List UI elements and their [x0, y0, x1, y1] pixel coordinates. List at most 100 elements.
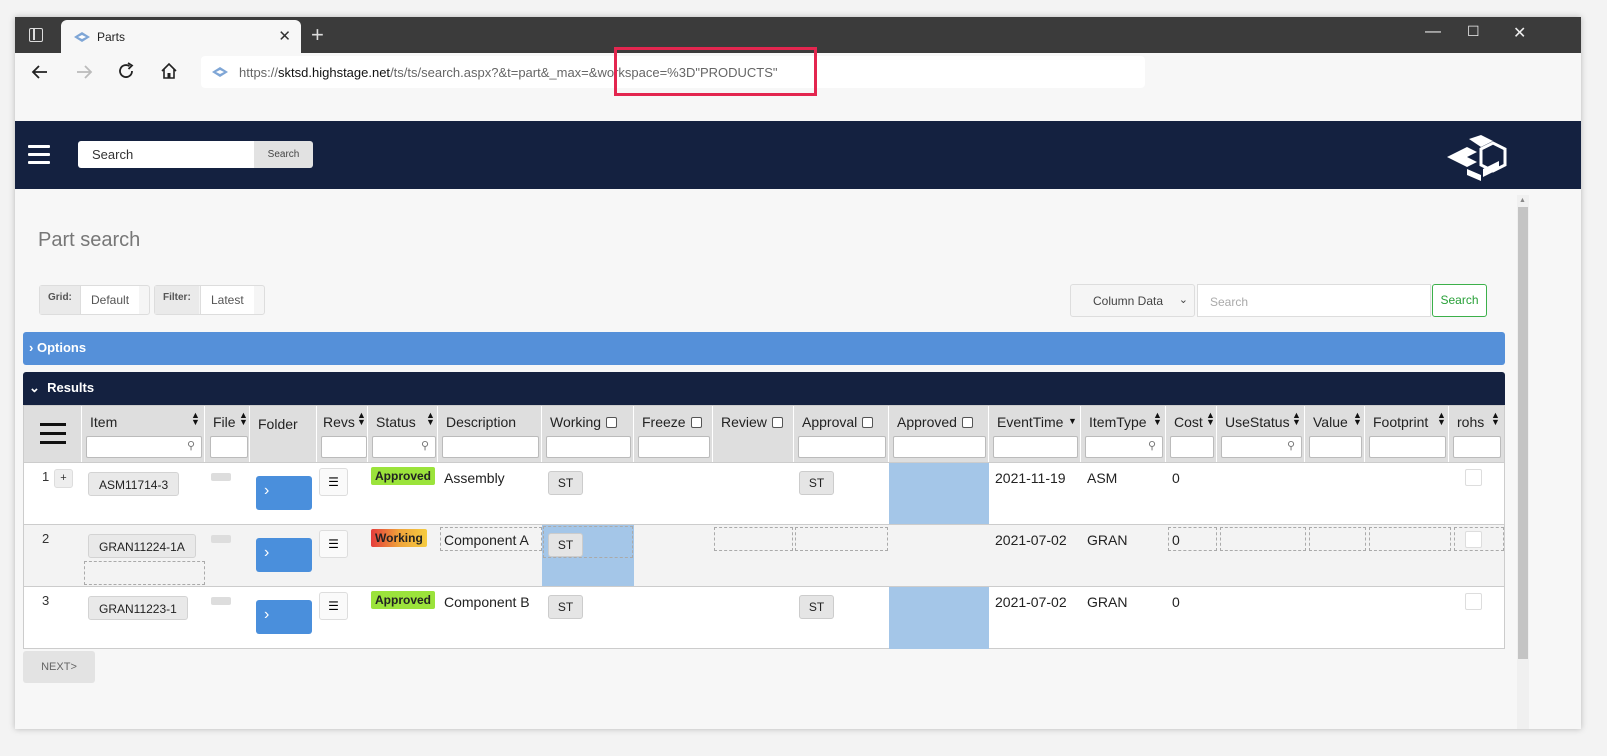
header-usestatus[interactable]: UseStatus ▲ ▼ ⚲: [1217, 406, 1305, 462]
filter-input-usestatus[interactable]: ⚲: [1221, 436, 1302, 458]
sort-icon[interactable]: ▲ ▼: [357, 411, 366, 427]
new-tab-button[interactable]: +: [311, 22, 324, 48]
header-eventtime[interactable]: EventTime ▼: [989, 406, 1081, 462]
filter-input-status[interactable]: ⚲: [372, 436, 436, 458]
maximize-button[interactable]: ☐: [1467, 23, 1480, 40]
home-icon[interactable]: [160, 62, 178, 80]
filter-input-approval[interactable]: [798, 436, 886, 458]
value-edit-field[interactable]: [1309, 527, 1366, 551]
back-icon[interactable]: [31, 63, 49, 81]
sort-icon[interactable]: ▲ ▼: [1292, 411, 1301, 427]
header-folder[interactable]: Folder: [250, 406, 317, 462]
file-button[interactable]: [211, 473, 231, 481]
header-description[interactable]: Description: [438, 406, 542, 462]
approval-checkbox[interactable]: [862, 417, 874, 428]
sort-icon[interactable]: ▲ ▼: [1491, 411, 1500, 427]
menu-icon[interactable]: [28, 145, 50, 165]
working-st-button[interactable]: ST: [548, 595, 583, 619]
rohs-checkbox[interactable]: [1465, 531, 1482, 548]
item-button[interactable]: ASM11714-3: [88, 472, 180, 496]
filter-input-freeze[interactable]: [638, 436, 710, 458]
sort-icon[interactable]: ▲ ▼: [1153, 411, 1162, 427]
folder-button[interactable]: ›: [256, 538, 312, 572]
scrollbar-thumb[interactable]: [1518, 207, 1528, 659]
folder-button[interactable]: ›: [256, 476, 312, 510]
header-item[interactable]: Item ▲ ▼ ⚲: [82, 406, 205, 462]
approval-edit-field[interactable]: [795, 527, 888, 551]
file-button[interactable]: [211, 535, 231, 543]
results-search-button[interactable]: Search: [1432, 284, 1487, 317]
grid-value[interactable]: Default: [80, 286, 140, 314]
forward-icon[interactable]: [75, 63, 93, 81]
table-row[interactable]: 1 + ASM11714-3 › ☰ Approved Assembly ST …: [24, 462, 1504, 524]
header-file[interactable]: File ▲ ▼: [205, 406, 250, 462]
column-menu-icon[interactable]: [40, 423, 66, 445]
footprint-edit-field[interactable]: [1369, 527, 1451, 551]
approval-st-button[interactable]: ST: [799, 595, 834, 619]
item-button[interactable]: GRAN11224-1A: [88, 534, 196, 558]
header-value[interactable]: Value ▲ ▼: [1305, 406, 1365, 462]
expand-row-button[interactable]: +: [54, 469, 73, 488]
item-button[interactable]: GRAN11223-1: [88, 596, 188, 620]
filter-input-description[interactable]: [442, 436, 539, 458]
working-checkbox[interactable]: [606, 417, 618, 428]
filter-input-approved[interactable]: [893, 436, 986, 458]
filter-input-itemtype[interactable]: ⚲: [1085, 436, 1163, 458]
filter-input-working[interactable]: [546, 436, 631, 458]
filter-input-item[interactable]: ⚲: [86, 436, 202, 458]
header-working[interactable]: Working: [542, 406, 634, 462]
freeze-checkbox[interactable]: [690, 417, 702, 428]
minimize-button[interactable]: —: [1425, 23, 1441, 41]
close-tab-icon[interactable]: ✕: [278, 27, 291, 45]
usestatus-edit-field[interactable]: [1220, 527, 1306, 551]
filter-value[interactable]: Latest: [200, 286, 254, 314]
filter-input-eventtime[interactable]: [993, 436, 1078, 458]
sort-icon[interactable]: ▲ ▼: [1206, 411, 1215, 427]
approval-st-button[interactable]: ST: [799, 471, 834, 495]
header-approved[interactable]: Approved: [889, 406, 989, 462]
folder-button[interactable]: ›: [256, 600, 312, 634]
approved-checkbox[interactable]: [961, 417, 973, 428]
sort-icon[interactable]: ▲ ▼: [426, 411, 435, 427]
header-search-button[interactable]: Search: [254, 141, 313, 168]
revisions-button[interactable]: ☰: [319, 468, 348, 496]
sort-icon[interactable]: ▲ ▼: [191, 411, 200, 427]
header-footprint[interactable]: Footprint ▲ ▼: [1365, 406, 1449, 462]
review-edit-field[interactable]: [714, 527, 793, 551]
header-search-input[interactable]: Search: [78, 141, 254, 168]
rohs-checkbox[interactable]: [1465, 593, 1482, 610]
revisions-button[interactable]: ☰: [319, 530, 348, 558]
refresh-icon[interactable]: [117, 62, 135, 80]
review-checkbox[interactable]: [771, 417, 783, 428]
filter-input-value[interactable]: [1309, 436, 1362, 458]
header-freeze[interactable]: Freeze: [634, 406, 713, 462]
file-button[interactable]: [211, 597, 231, 605]
column-data-select[interactable]: Column Data ⌄: [1070, 284, 1195, 317]
filter-input-footprint[interactable]: [1369, 436, 1446, 458]
filter-input-revs[interactable]: [321, 436, 367, 458]
options-panel-header[interactable]: › Options: [23, 332, 1505, 365]
table-row[interactable]: 3 GRAN11223-1 › ☰ Approved Component B S…: [24, 586, 1504, 649]
rohs-checkbox[interactable]: [1465, 469, 1482, 486]
filter-selector[interactable]: Filter: Latest: [154, 285, 265, 315]
scroll-up-icon[interactable]: ▲: [1519, 197, 1526, 204]
header-approval[interactable]: Approval: [794, 406, 889, 462]
sort-icon[interactable]: ▲ ▼: [239, 411, 248, 427]
header-revs[interactable]: Revs ▲ ▼: [317, 406, 368, 462]
header-itemtype[interactable]: ItemType ▲ ▼ ⚲: [1081, 406, 1166, 462]
table-row[interactable]: 2 GRAN11224-1A › ☰ Working Component A S…: [24, 524, 1504, 586]
working-st-button[interactable]: ST: [548, 533, 583, 557]
sort-icon[interactable]: ▲ ▼: [1437, 411, 1446, 427]
item-edit-field[interactable]: [84, 561, 205, 585]
grid-selector[interactable]: Grid: Default: [39, 285, 150, 315]
header-review[interactable]: Review: [713, 406, 794, 462]
results-panel-header[interactable]: ⌄ Results: [23, 372, 1505, 405]
sort-desc-icon[interactable]: ▼: [1068, 417, 1077, 426]
filter-input-rohs[interactable]: [1453, 436, 1501, 458]
revisions-button[interactable]: ☰: [319, 592, 348, 620]
filter-input-cost[interactable]: [1170, 436, 1214, 458]
tab-actions-icon[interactable]: [29, 28, 43, 42]
next-page-button[interactable]: NEXT>: [23, 651, 95, 683]
vertical-scrollbar[interactable]: ▲: [1517, 195, 1529, 729]
sort-icon[interactable]: ▲ ▼: [1353, 411, 1362, 427]
